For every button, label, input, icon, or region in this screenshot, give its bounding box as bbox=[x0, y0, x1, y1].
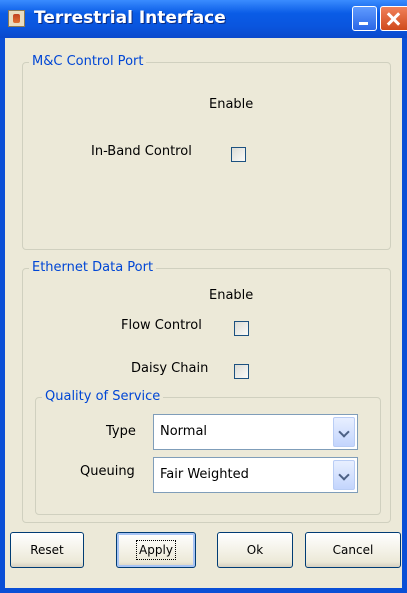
close-icon[interactable] bbox=[380, 6, 407, 31]
qos-type-label: Type bbox=[106, 424, 136, 439]
qos-queuing-label: Queuing bbox=[80, 464, 135, 479]
cancel-button-label: Cancel bbox=[332, 543, 374, 557]
quality-of-service-legend: Quality of Service bbox=[42, 389, 164, 404]
flow-control-checkbox[interactable] bbox=[234, 321, 249, 336]
reset-button[interactable]: Reset bbox=[10, 532, 84, 568]
ethernet-enable-header: Enable bbox=[209, 288, 254, 303]
daisy-chain-label: Daisy Chain bbox=[131, 361, 209, 376]
terrestrial-interface-window: Terrestrial Interface M&C Control Port E… bbox=[0, 0, 407, 593]
in-band-control-checkbox[interactable] bbox=[231, 147, 246, 162]
in-band-control-label: In-Band Control bbox=[91, 144, 192, 159]
java-app-icon bbox=[8, 10, 25, 27]
mc-control-port-group: M&C Control Port bbox=[22, 54, 391, 250]
daisy-chain-checkbox[interactable] bbox=[234, 364, 249, 379]
reset-button-label: Reset bbox=[30, 543, 64, 557]
flow-control-label: Flow Control bbox=[121, 318, 202, 333]
chevron-down-icon[interactable] bbox=[333, 417, 355, 447]
qos-type-value: Normal bbox=[160, 424, 208, 439]
chevron-down-icon[interactable] bbox=[333, 460, 355, 490]
apply-button-label: Apply bbox=[136, 540, 176, 560]
cancel-button[interactable]: Cancel bbox=[305, 532, 401, 568]
window-title: Terrestrial Interface bbox=[34, 8, 226, 28]
ok-button[interactable]: Ok bbox=[217, 532, 293, 568]
qos-queuing-value: Fair Weighted bbox=[160, 467, 249, 482]
qos-queuing-select[interactable]: Fair Weighted bbox=[153, 457, 358, 493]
ethernet-data-port-legend: Ethernet Data Port bbox=[29, 260, 157, 275]
qos-type-select[interactable]: Normal bbox=[153, 414, 358, 450]
apply-button[interactable]: Apply bbox=[116, 532, 196, 568]
title-bar[interactable]: Terrestrial Interface bbox=[0, 0, 407, 38]
mc-enable-header: Enable bbox=[209, 97, 254, 112]
mc-control-port-legend: M&C Control Port bbox=[29, 54, 147, 69]
ok-button-label: Ok bbox=[246, 543, 264, 557]
minimize-icon[interactable] bbox=[352, 6, 377, 31]
